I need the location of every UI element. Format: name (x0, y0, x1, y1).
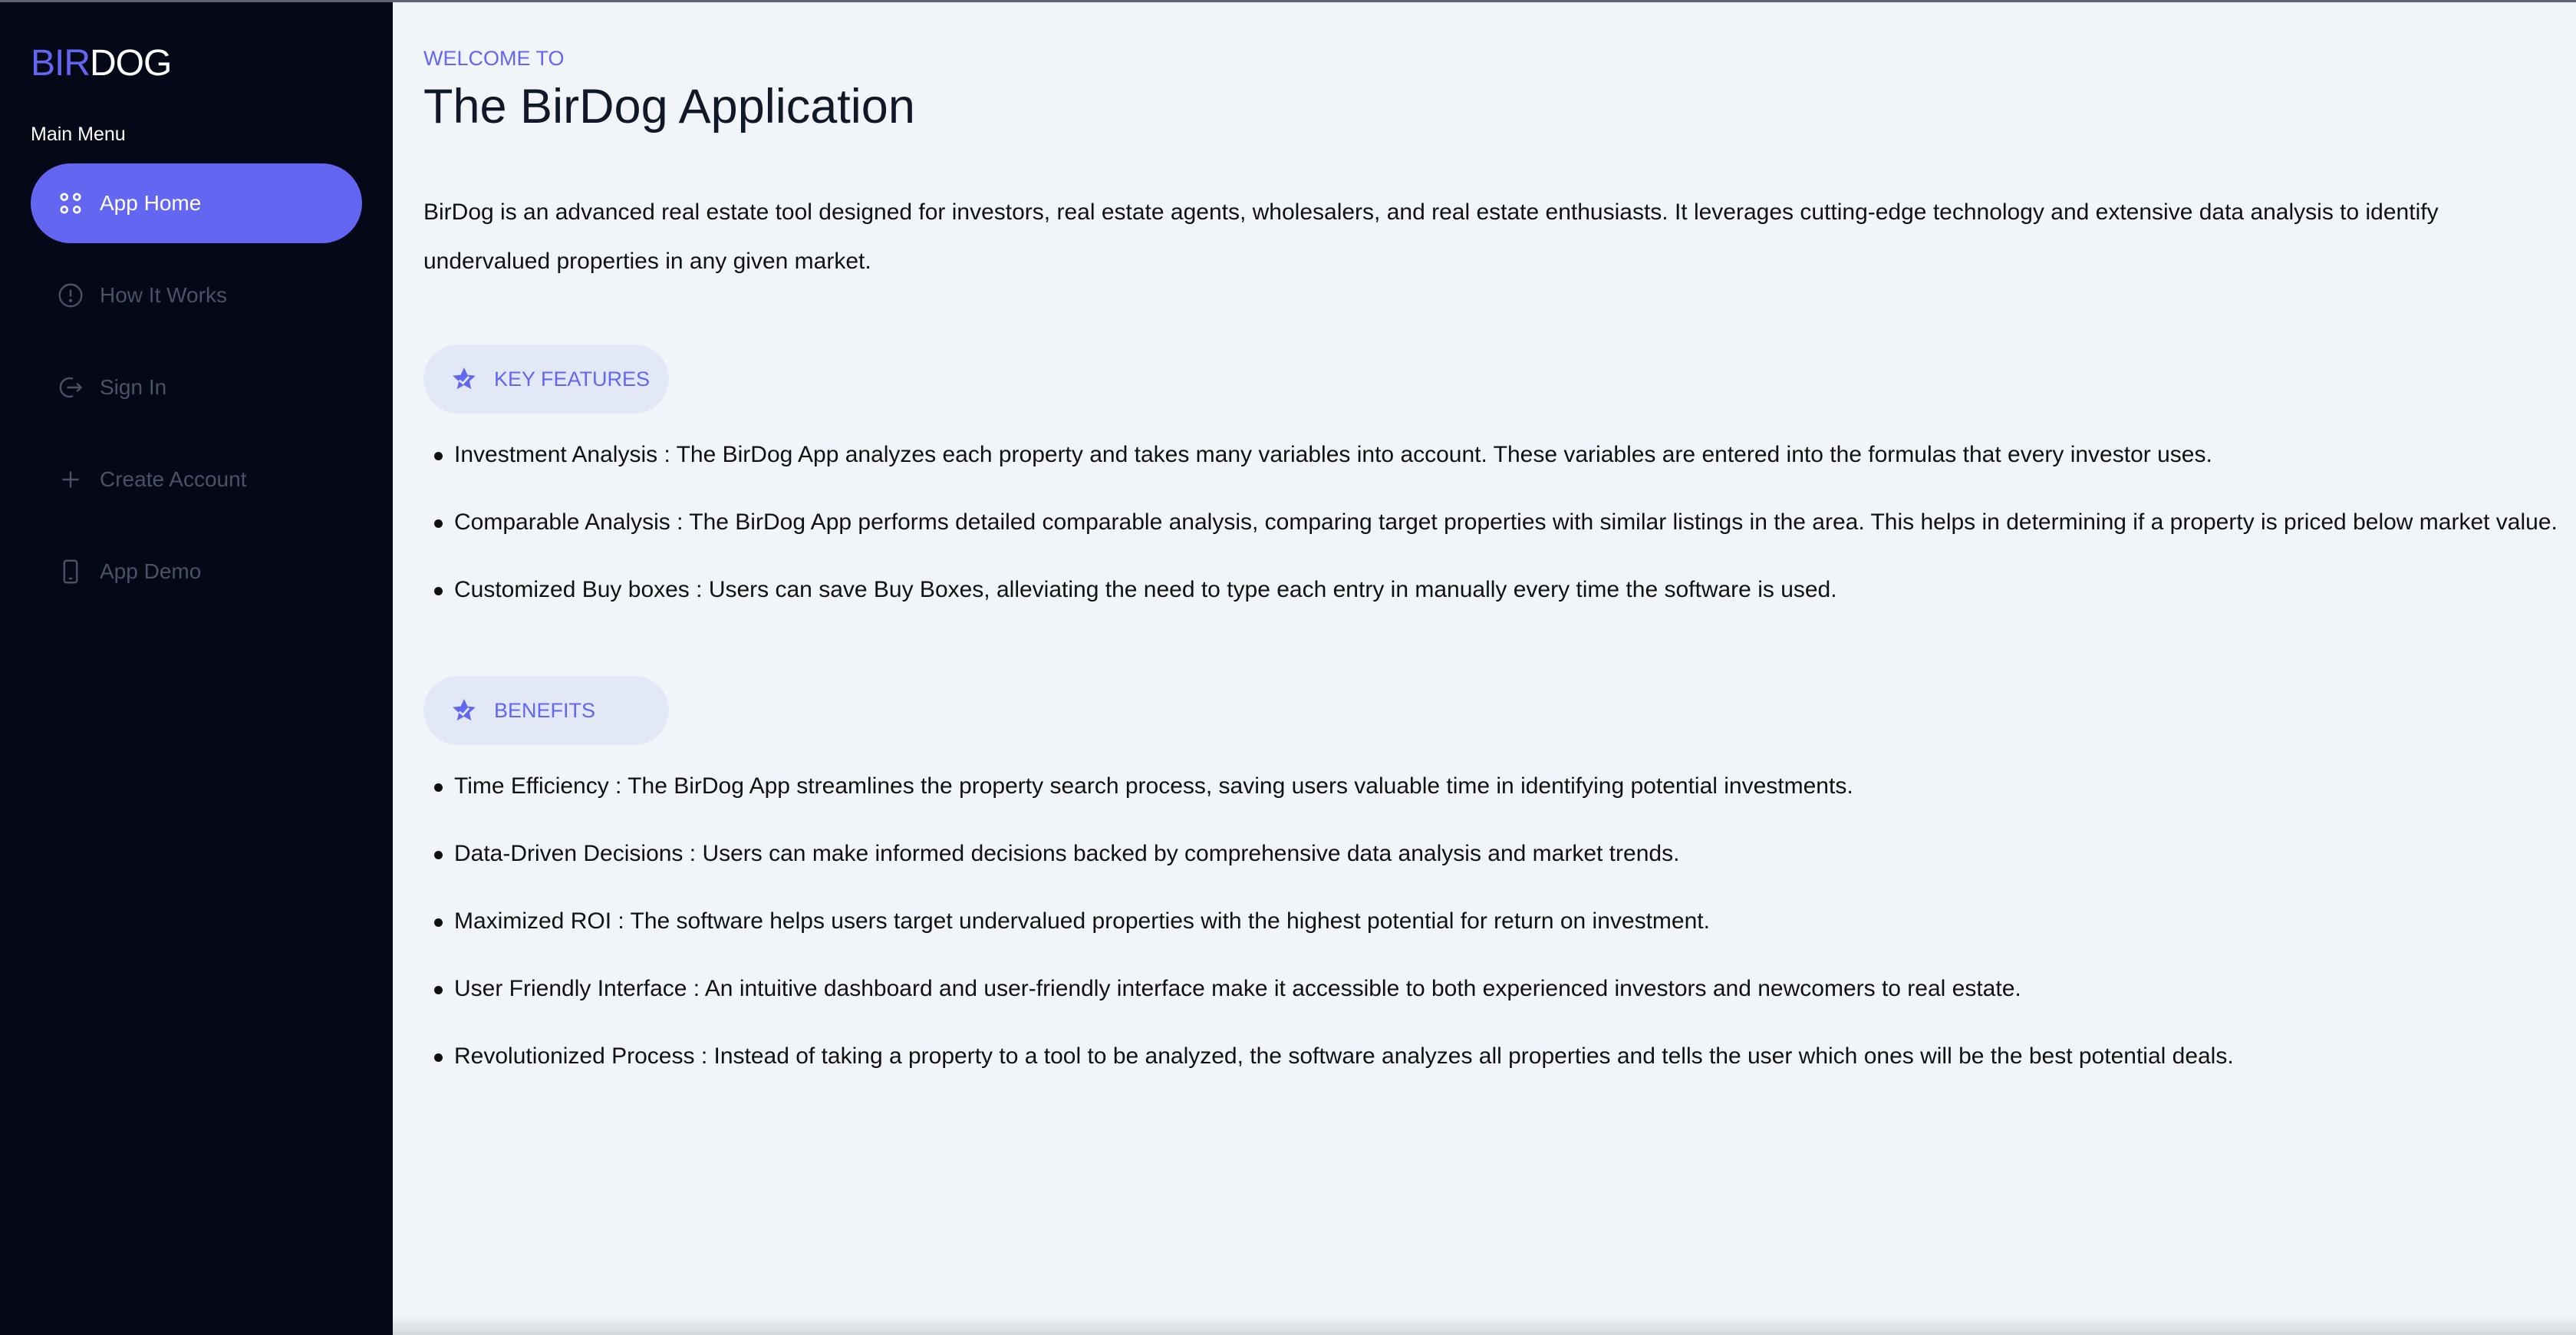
list-item: User Friendly Interface : An intuitive d… (434, 974, 2576, 1041)
sidebar-item-label: Create Account (100, 467, 247, 491)
key-features-badge: KEY FEATURES (423, 344, 669, 414)
sidebar-item-label: App Demo (100, 559, 202, 583)
page-title: The BirDog Application (423, 80, 915, 134)
app-window: BIRDOG Main Menu App Home How It Works S… (0, 0, 2576, 1335)
main-menu-title: Main Menu (31, 124, 126, 145)
benefits-badge: BENEFITS (423, 676, 669, 745)
plus-icon (57, 466, 84, 493)
sidebar-item-app-home[interactable]: App Home (31, 163, 362, 243)
sidebar-nav: App Home How It Works Sign In Create Acc… (31, 163, 362, 624)
welcome-label: WELCOME TO (423, 47, 565, 70)
sidebar-item-create-account[interactable]: Create Account (31, 440, 362, 519)
list-item: Comparable Analysis : The BirDog App per… (434, 507, 2576, 575)
list-item: Data-Driven Decisions : Users can make i… (434, 839, 2576, 906)
key-features-label: KEY FEATURES (494, 367, 651, 391)
features-list: Investment Analysis : The BirDog App ana… (434, 440, 2576, 642)
sidebar-item-label: Sign In (100, 375, 167, 399)
sidebar-item-how-it-works[interactable]: How It Works (31, 255, 362, 335)
star-icon (453, 367, 476, 390)
logo[interactable]: BIRDOG (31, 42, 172, 84)
sign-in-icon (57, 374, 84, 401)
star-icon (453, 698, 476, 721)
list-item: Customized Buy boxes : Users can save Bu… (434, 575, 2576, 642)
list-item: Investment Analysis : The BirDog App ana… (434, 440, 2576, 507)
logo-part-1: BIR (31, 43, 91, 84)
list-item: Revolutionized Process : Instead of taki… (434, 1041, 2576, 1109)
info-circle-icon (57, 282, 84, 309)
main-content: WELCOME TO The BirDog Application BirDog… (393, 2, 2576, 1335)
list-item: Time Efficiency : The BirDog App streaml… (434, 771, 2576, 839)
sidebar-item-label: How It Works (100, 283, 227, 307)
benefits-label: BENEFITS (494, 698, 596, 722)
sidebar: BIRDOG Main Menu App Home How It Works S… (0, 2, 393, 1335)
intro-paragraph: BirDog is an advanced real estate tool d… (423, 199, 2439, 274)
logo-part-2: DOG (90, 43, 172, 84)
phone-icon (57, 558, 84, 585)
benefits-list: Time Efficiency : The BirDog App streaml… (434, 771, 2576, 1109)
grid-icon (57, 190, 84, 217)
list-item: Maximized ROI : The software helps users… (434, 906, 2576, 974)
bottom-shadow (393, 1315, 2576, 1335)
sidebar-item-sign-in[interactable]: Sign In (31, 348, 362, 427)
sidebar-item-label: App Home (100, 191, 202, 215)
sidebar-item-app-demo[interactable]: App Demo (31, 532, 362, 611)
